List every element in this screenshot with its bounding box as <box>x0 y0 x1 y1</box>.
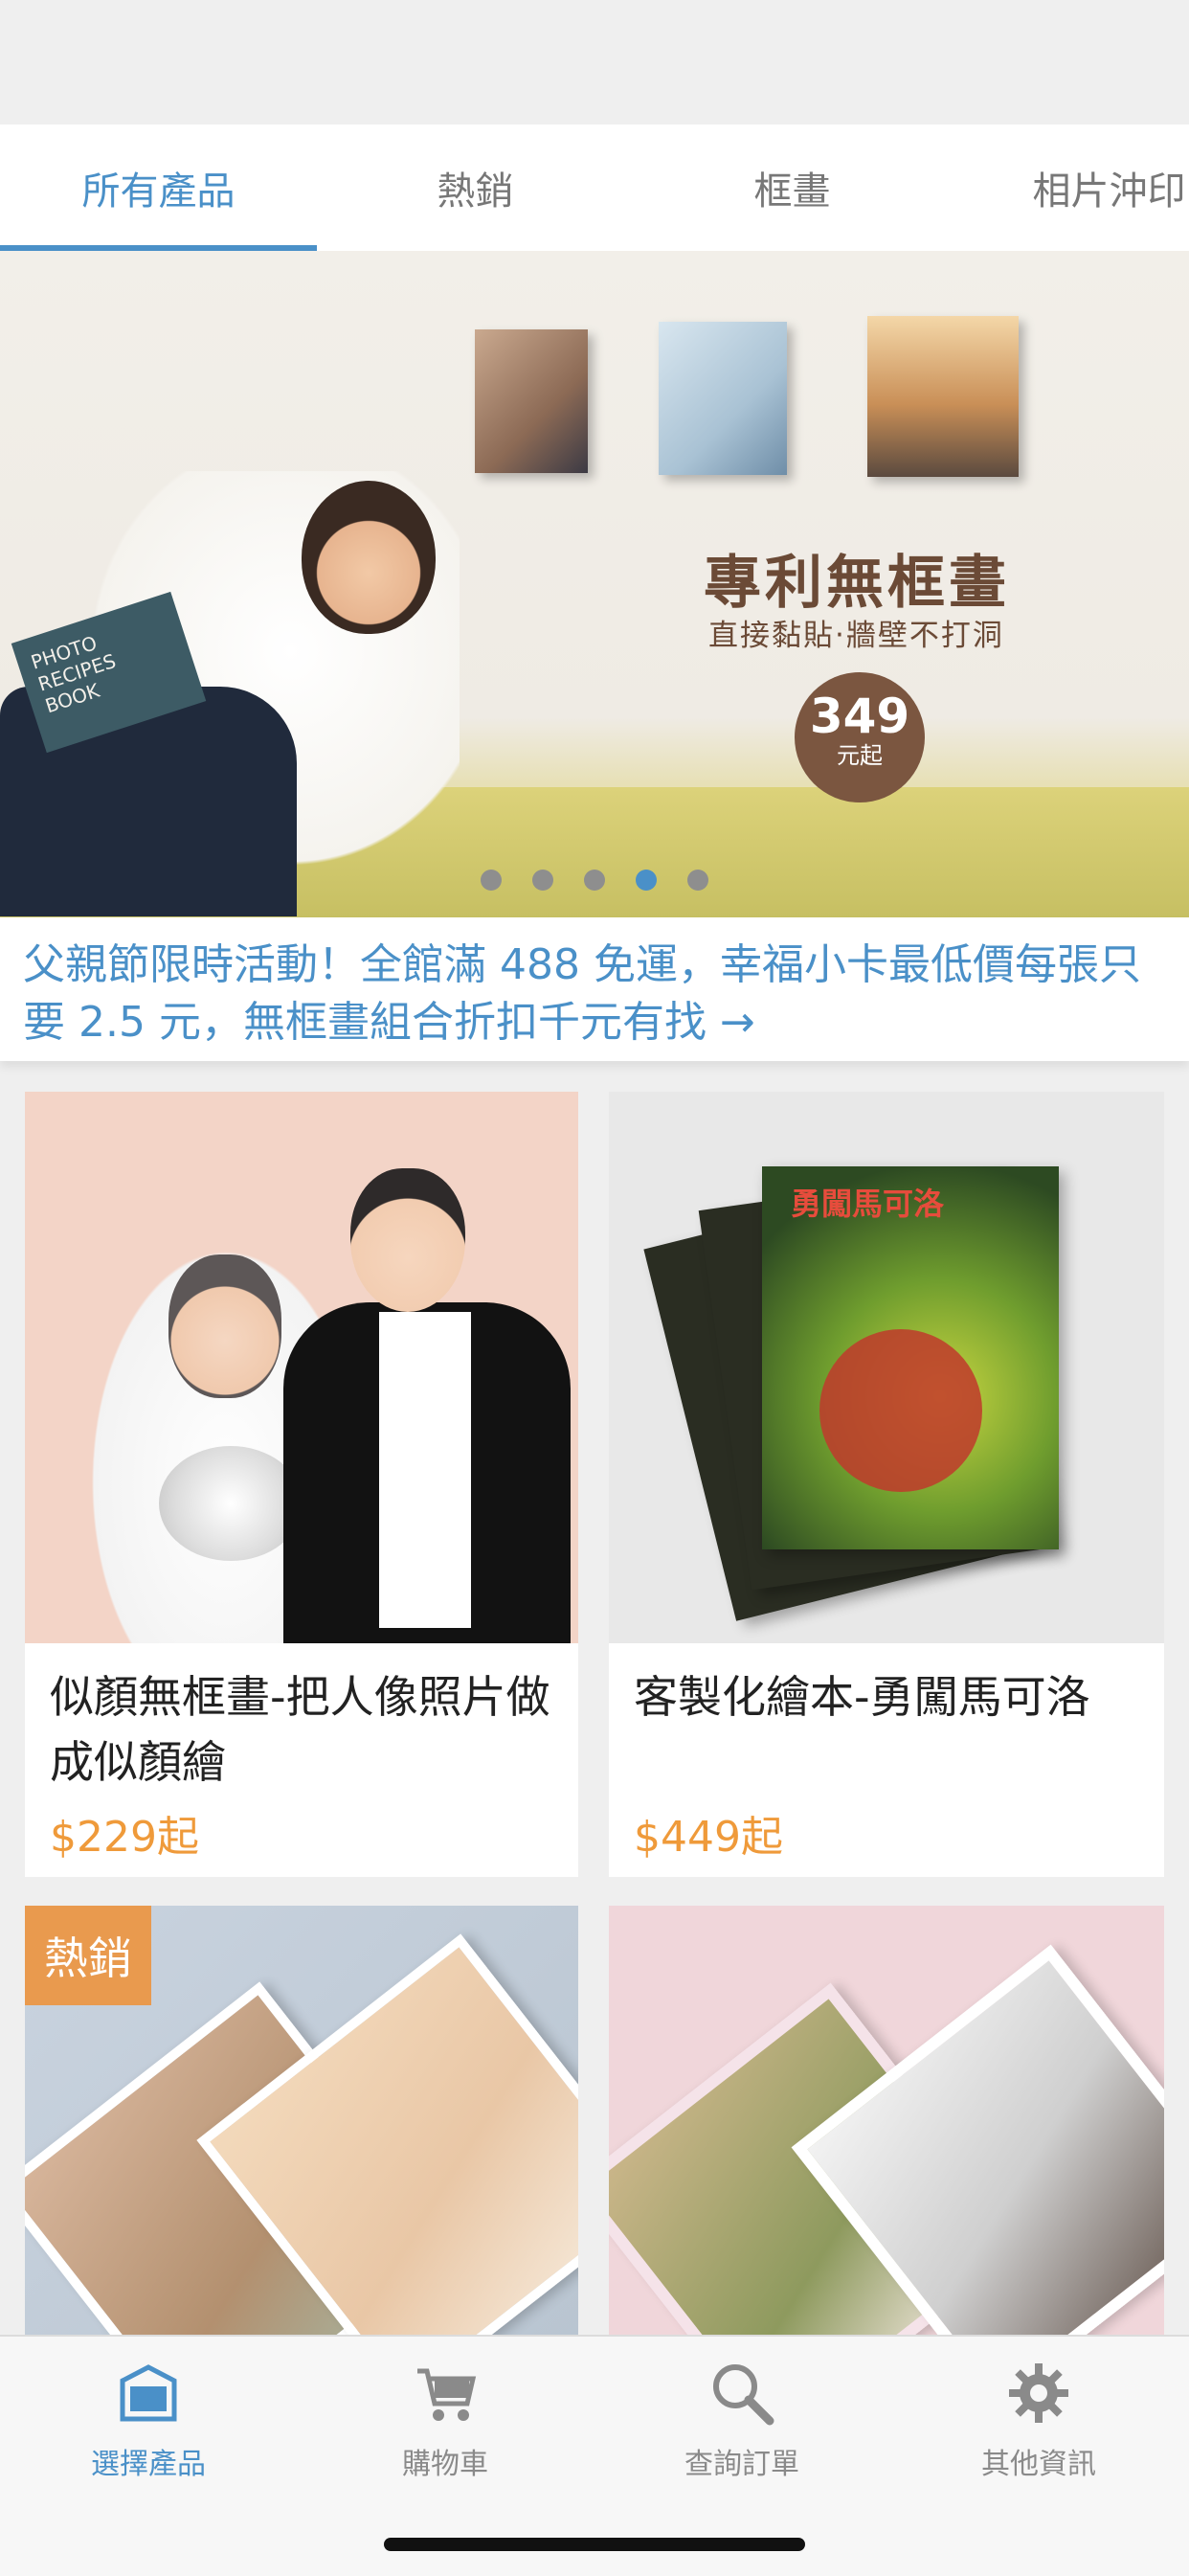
carousel-dots <box>0 870 1189 891</box>
storybook-cover: 勇闖馬可洛 <box>762 1166 1059 1549</box>
tabbar-label: 其他資訊 <box>981 2448 1096 2481</box>
groom-shirt <box>379 1312 471 1628</box>
promo-banner[interactable]: 父親節限時活動！全館滿 488 免運，幸福小卡最低價每張只要 2.5 元，無框畫… <box>0 917 1189 1061</box>
wall-frame-1 <box>475 329 588 473</box>
dragon-illustration <box>819 1329 982 1492</box>
product-image[interactable] <box>25 1092 578 1643</box>
carousel-dot[interactable] <box>584 870 605 891</box>
tab-all-products[interactable]: 所有產品 <box>0 124 317 251</box>
woman-head <box>302 481 436 634</box>
home-indicator <box>384 2538 805 2551</box>
groom-head <box>350 1168 465 1312</box>
tabbar-orders[interactable]: 查詢訂單 <box>594 2360 890 2494</box>
status-bar <box>0 0 1189 124</box>
tab-frames[interactable]: 框畫 <box>634 124 951 251</box>
cart-icon <box>417 2368 477 2421</box>
carousel-dot-active[interactable] <box>636 870 657 891</box>
wall-frame-2 <box>659 322 787 475</box>
tabbar-info[interactable]: 其他資訊 <box>890 2360 1187 2494</box>
search-icon <box>713 2364 774 2426</box>
banner-carousel[interactable]: PHOTO RECIPES BOOK 專利無框畫 直接黏貼‧牆壁不打洞 349 … <box>0 251 1189 917</box>
carousel-dot[interactable] <box>532 870 553 891</box>
promo-text[interactable]: 父親節限時活動！全館滿 488 免運，幸福小卡最低價每張只要 2.5 元，無框畫… <box>23 937 1166 1051</box>
tabbar-label: 查詢訂單 <box>684 2448 799 2481</box>
carousel-dot[interactable] <box>687 870 708 891</box>
product-card[interactable] <box>609 1906 1164 2335</box>
storybook-title: 勇闖馬可洛 <box>791 1186 945 1222</box>
bouquet <box>159 1446 303 1561</box>
product-title: 客製化繪本-勇闖馬可洛 <box>634 1671 1090 1723</box>
store-icon <box>120 2364 177 2422</box>
product-image[interactable] <box>609 1906 1164 2335</box>
product-title: 似顏無框畫-把人像照片做成似顏繪 <box>50 1671 550 1788</box>
tabbar-label: 購物車 <box>402 2448 488 2481</box>
product-image[interactable]: 勇闖馬可洛 <box>609 1092 1164 1643</box>
price-circle: 349 元起 <box>795 672 925 802</box>
tab-hot[interactable]: 熱銷 <box>317 124 634 251</box>
bride-head <box>168 1254 281 1398</box>
tabbar-select-products[interactable]: 選擇產品 <box>0 2360 297 2494</box>
wall-frame-3 <box>867 316 1019 477</box>
product-price: $229起 <box>50 1813 199 1862</box>
hot-badge: 熱銷 <box>25 1906 151 2005</box>
carousel-dot[interactable] <box>481 870 502 891</box>
product-price: $449起 <box>634 1813 783 1862</box>
banner-title: 專利無框畫 <box>704 550 1010 617</box>
category-tabs: 所有產品 熱銷 框畫 相片沖印 <box>0 124 1189 251</box>
product-card[interactable]: 熱銷 <box>25 1906 578 2335</box>
banner-subtitle: 直接黏貼‧牆壁不打洞 <box>708 619 1004 653</box>
tabbar-label: 選擇產品 <box>91 2448 206 2481</box>
banner-price-unit: 元起 <box>837 742 883 769</box>
product-card[interactable]: 勇闖馬可洛 客製化繪本-勇闖馬可洛 $449起 <box>609 1092 1164 1877</box>
gear-icon <box>1009 2363 1068 2423</box>
banner-price: 349 <box>809 689 910 744</box>
tab-photo-prints[interactable]: 相片沖印 <box>951 124 1189 251</box>
tabbar-cart[interactable]: 購物車 <box>297 2360 594 2494</box>
product-card[interactable]: 似顏無框畫-把人像照片做成似顏繪 $229起 <box>25 1092 578 1877</box>
